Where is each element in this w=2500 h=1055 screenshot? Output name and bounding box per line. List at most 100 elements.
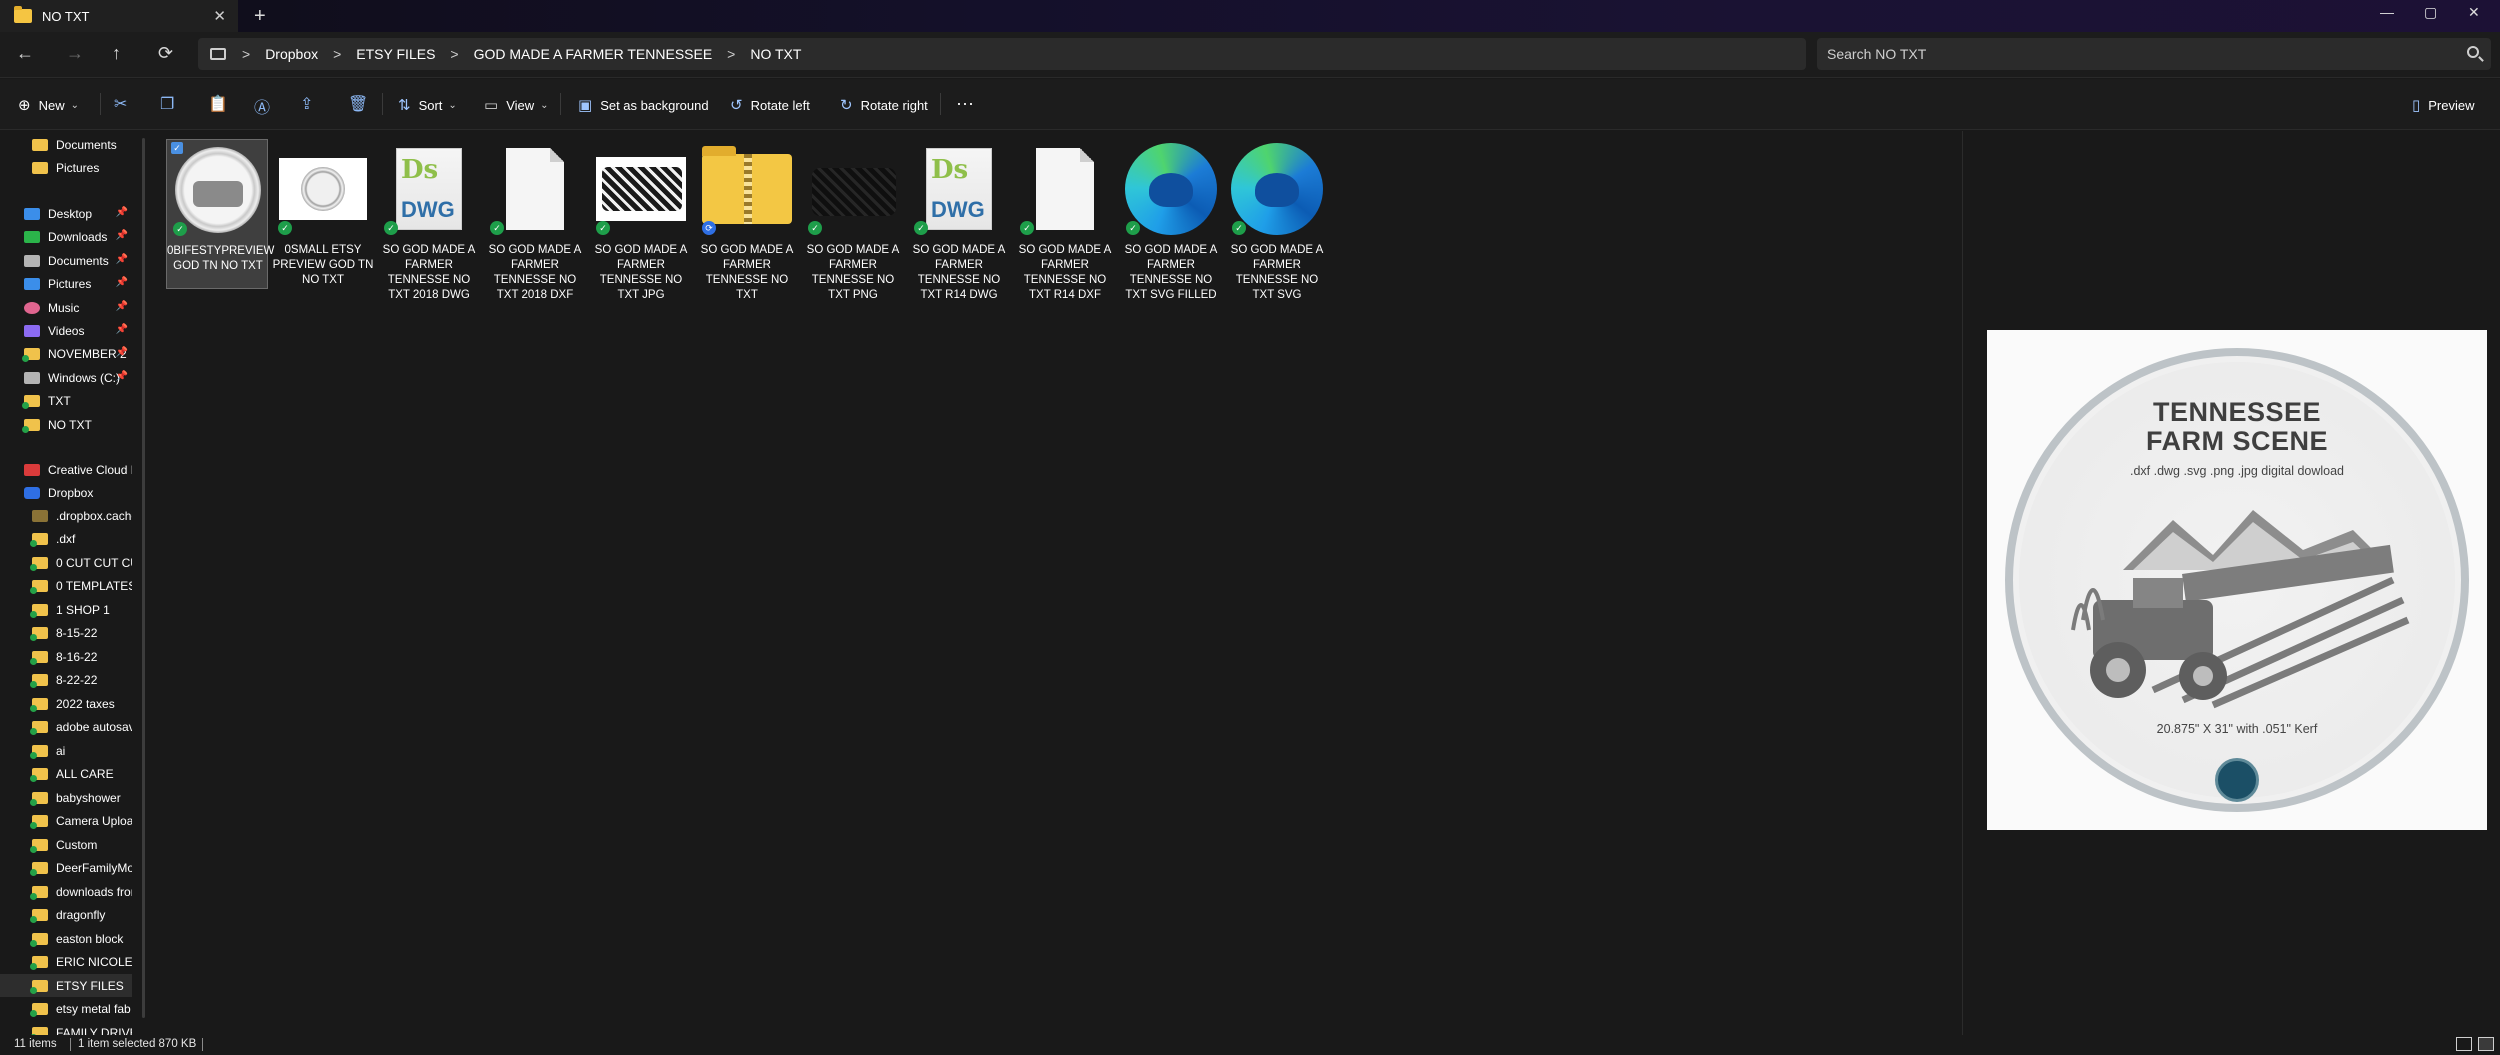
sidebar-item-desktop[interactable]: Desktop 📌 (0, 202, 132, 225)
music-icon (24, 301, 40, 314)
view-button[interactable]: ▭ View ⌄ (484, 96, 549, 114)
sidebar-item-music[interactable]: Music 📌 (0, 296, 132, 319)
preview-disc-face: TENNESSEE FARM SCENE .dxf .dwg .svg .png… (2019, 362, 2455, 802)
sidebar-item-pictures[interactable]: Pictures 📌 (0, 272, 132, 295)
sidebar-folder-item[interactable]: 0 CUT CUT CUT (0, 551, 132, 574)
sidebar-item-videos[interactable]: Videos 📌 (0, 319, 132, 342)
copy-icon[interactable]: ❐ (160, 94, 174, 114)
file-item[interactable]: ⟳ SO GOD MADE A FARMER TENNESSE NO TXT (696, 139, 798, 301)
back-button[interactable]: ← (16, 44, 34, 62)
up-button[interactable]: ↑ (112, 44, 121, 62)
search-icon[interactable] (2467, 46, 2479, 58)
search-box[interactable] (1817, 38, 2491, 70)
sidebar-folder-item[interactable]: FAMILY DRIVEN (0, 1021, 132, 1035)
sidebar-item-label: Desktop (48, 206, 93, 221)
file-item[interactable]: ✓ 0SMALL ETSY PREVIEW GOD TN NO TXT (272, 139, 374, 289)
file-item[interactable]: Ds DWG ✓ SO GOD MADE A FARMER TENNESSE NO… (378, 139, 480, 301)
sidebar-item-txt[interactable]: TXT (0, 389, 132, 412)
sidebar-folder-item[interactable]: ai (0, 739, 132, 762)
tab-no-txt[interactable]: NO TXT ✕ (0, 0, 238, 32)
sidebar-folder-item[interactable]: etsy metal fab (0, 998, 132, 1021)
sort-button[interactable]: ⇅ Sort ⌄ (398, 96, 457, 114)
sidebar-item-label: Custom (56, 837, 98, 852)
sidebar-item-november[interactable]: NOVEMBER 2 📌 (0, 342, 132, 365)
file-item[interactable]: ✓ SO GOD MADE A FARMER TENNESSE NO TXT J… (590, 139, 692, 301)
sidebar-folder-item[interactable]: easton block (0, 927, 132, 950)
breadcrumb-etsy-files[interactable]: ETSY FILES (356, 46, 435, 62)
pin-icon[interactable]: 📌 (116, 324, 128, 335)
new-tab-button[interactable]: + (254, 5, 266, 28)
sidebar-item-creative-cloud[interactable]: Creative Cloud Fi (0, 458, 132, 481)
search-input[interactable] (1827, 44, 2427, 64)
close-window-button[interactable]: ✕ (2468, 4, 2480, 21)
sidebar-folder-item[interactable]: DeerFamilyMou (0, 857, 132, 880)
sidebar-item-windows-c[interactable]: Windows (C:) 📌 (0, 366, 132, 389)
close-tab-icon[interactable]: ✕ (213, 7, 226, 25)
file-item[interactable]: ✓ SO GOD MADE A FARMER TENNESSE NO TXT S… (1226, 139, 1328, 301)
details-view-button[interactable] (2456, 1037, 2472, 1051)
set-as-background-button[interactable]: ▣ Set as background (578, 96, 709, 114)
file-item[interactable]: ✓ SO GOD MADE A FARMER TENNESSE NO TXT S… (1120, 139, 1222, 301)
sidebar-folder-item[interactable]: 2022 taxes (0, 692, 132, 715)
sidebar-folder-item[interactable]: 0 TEMPLATES (0, 575, 132, 598)
breadcrumb-god-made-a-farmer[interactable]: GOD MADE A FARMER TENNESSEE (474, 46, 713, 62)
pin-icon[interactable]: 📌 (116, 301, 128, 312)
file-item[interactable]: ✓ SO GOD MADE A FARMER TENNESSE NO TXT R… (1014, 139, 1116, 301)
sidebar-folder-item[interactable]: .dropbox.cache (0, 504, 132, 527)
sidebar-folder-item[interactable]: dragonfly (0, 904, 132, 927)
pin-icon[interactable]: 📌 (116, 371, 128, 382)
sidebar-folder-item[interactable]: 8-22-22 (0, 669, 132, 692)
sidebar-folder-item[interactable]: ERIC NICOLE N (0, 951, 132, 974)
new-button[interactable]: ⊕ New ⌄ (18, 96, 79, 114)
sidebar-folder-item[interactable]: 8-16-22 (0, 645, 132, 668)
preview-disc: TENNESSEE FARM SCENE .dxf .dwg .svg .png… (2005, 348, 2469, 812)
forward-button[interactable]: → (66, 44, 84, 62)
more-options-button[interactable]: ··· (956, 93, 974, 114)
sidebar-item-label: downloads fror (56, 884, 132, 899)
sidebar-scrollbar[interactable] (142, 138, 145, 1018)
maximize-button[interactable]: ▢ (2424, 4, 2437, 21)
refresh-button[interactable]: ⟳ (158, 44, 173, 62)
cut-icon[interactable]: ✂ (114, 94, 127, 114)
farm-scene-graphic (2071, 510, 2410, 709)
large-icons-view-button[interactable] (2478, 1037, 2494, 1051)
file-item[interactable]: ✓ SO GOD MADE A FARMER TENNESSE NO TXT 2… (484, 139, 586, 301)
sidebar-folder-item[interactable]: babyshower (0, 786, 132, 809)
breadcrumb-no-txt[interactable]: NO TXT (750, 46, 801, 62)
sidebar-item-no-txt[interactable]: NO TXT (0, 413, 132, 436)
sidebar-folder-item[interactable]: 8-15-22 (0, 622, 132, 645)
sidebar-folder-item[interactable]: .dxf (0, 528, 132, 551)
sidebar-folder-item[interactable]: adobe autosave (0, 716, 132, 739)
sidebar-item-documents-top[interactable]: Documents (0, 133, 132, 156)
sidebar-folder-item[interactable]: ALL CARE (0, 763, 132, 786)
folder-icon (30, 1026, 48, 1035)
rotate-right-button[interactable]: ↻ Rotate right (840, 96, 928, 114)
pin-icon[interactable]: 📌 (116, 230, 128, 241)
sidebar-folder-item[interactable]: ETSY FILES (0, 974, 132, 997)
file-item[interactable]: Ds DWG ✓ SO GOD MADE A FARMER TENNESSE NO… (908, 139, 1010, 301)
share-icon[interactable]: ⇪ (300, 94, 313, 114)
address-bar[interactable]: > Dropbox > ETSY FILES > GOD MADE A FARM… (198, 38, 1806, 70)
sidebar-item-pictures-top[interactable]: Pictures (0, 156, 132, 179)
breadcrumb-dropbox[interactable]: Dropbox (265, 46, 318, 62)
sidebar-folder-item[interactable]: Camera Upload (0, 810, 132, 833)
file-item[interactable]: ✓ SO GOD MADE A FARMER TENNESSE NO TXT P… (802, 139, 904, 301)
minimize-button[interactable]: — (2380, 4, 2394, 20)
checkbox-icon[interactable]: ✓ (171, 142, 183, 154)
sidebar-item-documents[interactable]: Documents 📌 (0, 249, 132, 272)
delete-icon[interactable]: 🗑 (348, 94, 368, 114)
pin-icon[interactable]: 📌 (116, 277, 128, 288)
preview-pane-button[interactable]: ▯ Preview (2412, 96, 2475, 114)
file-item[interactable]: ✓ ✓ 0BIFESTYPREVIEW GOD TN NO TXT (166, 139, 274, 289)
sidebar-folder-item[interactable]: downloads fror (0, 880, 132, 903)
rename-icon[interactable]: Ⓐ (254, 94, 270, 118)
sidebar-item-downloads[interactable]: Downloads 📌 (0, 225, 132, 248)
sidebar-folder-item[interactable]: 1 SHOP 1 (0, 598, 132, 621)
pin-icon[interactable]: 📌 (116, 254, 128, 265)
sidebar-folder-item[interactable]: Custom (0, 833, 132, 856)
pin-icon[interactable]: 📌 (116, 347, 128, 358)
pin-icon[interactable]: 📌 (116, 207, 128, 218)
paste-icon[interactable]: 📋 (208, 94, 228, 114)
rotate-left-button[interactable]: ↺ Rotate left (730, 96, 810, 114)
sidebar-item-dropbox[interactable]: Dropbox (0, 481, 132, 504)
